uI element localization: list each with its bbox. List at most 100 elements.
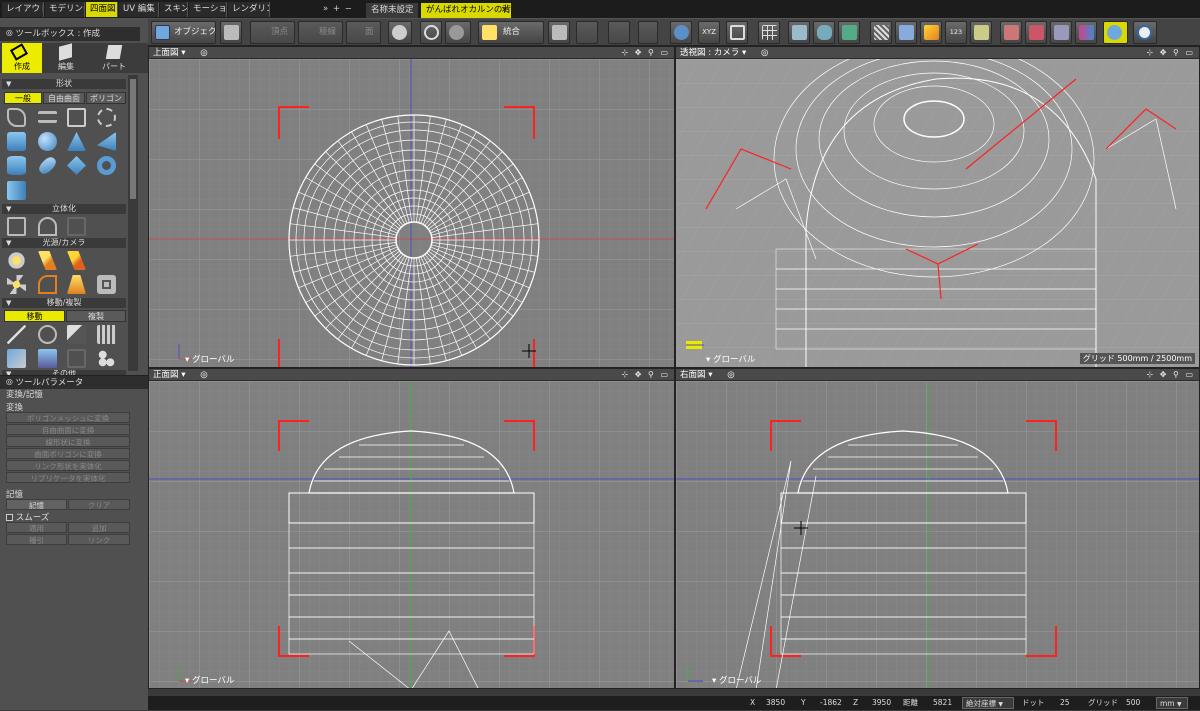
move-arrow-icon[interactable] bbox=[7, 325, 26, 344]
viewport-front-tools[interactable]: ⊹ ✥ ⚲ ▭ bbox=[622, 369, 670, 381]
chart-button[interactable] bbox=[920, 21, 942, 44]
subtab-general[interactable]: 一般 bbox=[4, 92, 42, 104]
scrollbar-thumb[interactable] bbox=[130, 79, 136, 199]
section-solidify[interactable]: ▼ 立体化 bbox=[2, 204, 126, 214]
grid-array-icon[interactable] bbox=[97, 325, 116, 344]
cone-tool-icon[interactable] bbox=[67, 132, 86, 151]
link-button[interactable]: リンク bbox=[68, 534, 130, 545]
viewport-persp-tools[interactable]: ⊹ ✥ ⚲ ▭ bbox=[1147, 47, 1195, 59]
disabled-tool-1[interactable] bbox=[576, 21, 598, 44]
cylinder-tool-icon[interactable] bbox=[7, 156, 26, 175]
cloth-button[interactable] bbox=[1000, 21, 1022, 44]
subtab-free-surface[interactable]: 自由曲面 bbox=[43, 92, 85, 104]
tab-motion[interactable]: モーション bbox=[189, 2, 227, 17]
select-pattern-button[interactable] bbox=[445, 21, 471, 44]
tab-scroll-controls[interactable]: » + − bbox=[318, 2, 358, 17]
tab-modeling[interactable]: モデリング bbox=[45, 2, 85, 17]
disabled-tool-icon[interactable] bbox=[67, 349, 86, 368]
disabled-tool-3[interactable] bbox=[638, 21, 658, 44]
numeric-button[interactable]: 123 bbox=[945, 21, 967, 44]
to-curved-polygon-button[interactable]: 曲面ポリゴンに変換 bbox=[6, 448, 130, 459]
arc-light-icon[interactable] bbox=[38, 275, 57, 294]
sun-light-icon[interactable] bbox=[7, 275, 26, 294]
spot-light-icon[interactable] bbox=[38, 251, 57, 270]
deform-icon[interactable] bbox=[7, 349, 26, 368]
subtab-copy[interactable]: 複製 bbox=[66, 310, 126, 322]
rotate-tool-icon[interactable] bbox=[38, 325, 57, 344]
viewport-top-tools[interactable]: ⊹ ✥ ⚲ ▭ bbox=[622, 47, 670, 59]
right-view-canvas[interactable] bbox=[676, 381, 1200, 689]
coord-mode-select[interactable]: 絶対座標 ▼ bbox=[962, 697, 1014, 709]
grid-snap-button[interactable] bbox=[726, 21, 748, 44]
top-view-canvas[interactable] bbox=[149, 59, 675, 368]
octahedron-tool-icon[interactable] bbox=[67, 156, 86, 175]
tab-skin[interactable]: スキン bbox=[160, 2, 188, 17]
subtab-move[interactable]: 移動 bbox=[4, 310, 65, 322]
merge-button[interactable]: 統合 bbox=[478, 21, 544, 44]
capsule-tool-icon[interactable] bbox=[36, 154, 59, 177]
camera-tool-icon[interactable] bbox=[97, 275, 116, 294]
seed-button[interactable]: 種引 bbox=[6, 534, 67, 545]
to-free-surface-button[interactable]: 自由曲面に変換 bbox=[6, 424, 130, 435]
materialize-link-button[interactable]: リンク形状を実体化 bbox=[6, 460, 130, 471]
nodes-button[interactable] bbox=[1025, 21, 1047, 44]
line-light-icon[interactable] bbox=[67, 275, 86, 294]
object-mode-button[interactable]: オブジェクト bbox=[151, 21, 216, 44]
wedge-tool-icon[interactable] bbox=[97, 132, 116, 151]
apply-button[interactable]: 適用 bbox=[6, 522, 67, 533]
pattern-button[interactable] bbox=[870, 21, 892, 44]
memory-button[interactable]: 記憶 bbox=[6, 499, 67, 510]
tab-layout[interactable]: レイアウト bbox=[2, 2, 44, 17]
revolve-tool-icon[interactable] bbox=[38, 217, 57, 236]
point-light-icon[interactable] bbox=[7, 251, 26, 270]
scatter-tool-icon[interactable] bbox=[97, 349, 116, 368]
loft-tool-icon[interactable] bbox=[67, 217, 86, 236]
layer-button[interactable] bbox=[1103, 21, 1128, 44]
curve-button[interactable] bbox=[1050, 21, 1072, 44]
edge-mode-button[interactable]: 稜線 bbox=[298, 21, 343, 44]
vertex-mode-button[interactable]: 頂点 bbox=[250, 21, 295, 44]
box-tool-icon[interactable] bbox=[7, 132, 26, 151]
magnet-button[interactable] bbox=[388, 21, 412, 44]
viewport-right-tools[interactable]: ⊹ ✥ ⚲ ▭ bbox=[1147, 369, 1195, 381]
globe-button[interactable] bbox=[670, 21, 692, 44]
tab-rendering[interactable]: レンダリング bbox=[228, 2, 270, 17]
xyz-button[interactable]: XYZ bbox=[698, 21, 720, 44]
viewport-perspective[interactable]: 透視図 : カメラ ▾ ◎ ⊹ ✥ ⚲ ▭ ▾ グローバル グリッド 500mm… bbox=[675, 46, 1200, 368]
front-view-canvas[interactable] bbox=[149, 381, 675, 689]
subtab-polygon[interactable]: ポリゴン bbox=[86, 92, 126, 104]
tab-uv-edit[interactable]: UV 編集 bbox=[119, 2, 159, 17]
render-button[interactable] bbox=[1133, 21, 1157, 44]
unit-select[interactable]: mm ▼ bbox=[1156, 697, 1188, 709]
area-light-icon[interactable] bbox=[67, 251, 86, 270]
rounded-box-tool-icon[interactable] bbox=[7, 181, 26, 200]
disabled-tool-2[interactable] bbox=[608, 21, 630, 44]
face-mode-button[interactable]: 面 bbox=[346, 21, 381, 44]
circle-tool-icon[interactable] bbox=[97, 108, 116, 127]
viewport-top[interactable]: 上面図 ▾ ◎ ⊹ ✥ ⚲ ▭ ▾ グローバル bbox=[148, 46, 675, 368]
prism-button[interactable] bbox=[1075, 21, 1097, 44]
tab-four-view[interactable]: 四面図 bbox=[86, 2, 118, 17]
tab-part[interactable]: パート bbox=[94, 43, 134, 73]
camera-button[interactable] bbox=[220, 21, 242, 44]
torus-tool-icon[interactable] bbox=[97, 156, 116, 175]
keyboard-button[interactable] bbox=[788, 21, 810, 44]
section-move-copy[interactable]: ▼ 移動/複製 bbox=[2, 298, 126, 308]
file-tab-active[interactable]: がんばれオカルンの背… × bbox=[421, 3, 511, 18]
file-tab-untitled[interactable]: 名称未設定 bbox=[366, 3, 418, 18]
scale-tool-icon[interactable] bbox=[67, 325, 86, 344]
clear-button[interactable]: クリア bbox=[68, 499, 130, 510]
persp-view-canvas[interactable] bbox=[676, 59, 1200, 368]
tab-create[interactable]: 作成 bbox=[2, 43, 42, 73]
grid-button[interactable] bbox=[758, 21, 780, 44]
viewport-front[interactable]: 正面図 ▾ ◎ ⊹ ✥ ⚲ ▭ ▾ グローバル bbox=[148, 368, 675, 689]
image-button[interactable] bbox=[838, 21, 860, 44]
mirror-button[interactable] bbox=[548, 21, 570, 44]
to-polygon-mesh-button[interactable]: ポリゴンメッシュに変換 bbox=[6, 412, 130, 423]
cubes-button[interactable] bbox=[895, 21, 917, 44]
tab-edit[interactable]: 編集 bbox=[46, 43, 86, 73]
to-line-shape-button[interactable]: 線形状に変換 bbox=[6, 436, 130, 447]
rotate-button[interactable] bbox=[420, 21, 442, 44]
sphere-tool-icon[interactable] bbox=[38, 132, 57, 151]
materialize-replicator-button[interactable]: リプリケータを実体化 bbox=[6, 472, 130, 483]
